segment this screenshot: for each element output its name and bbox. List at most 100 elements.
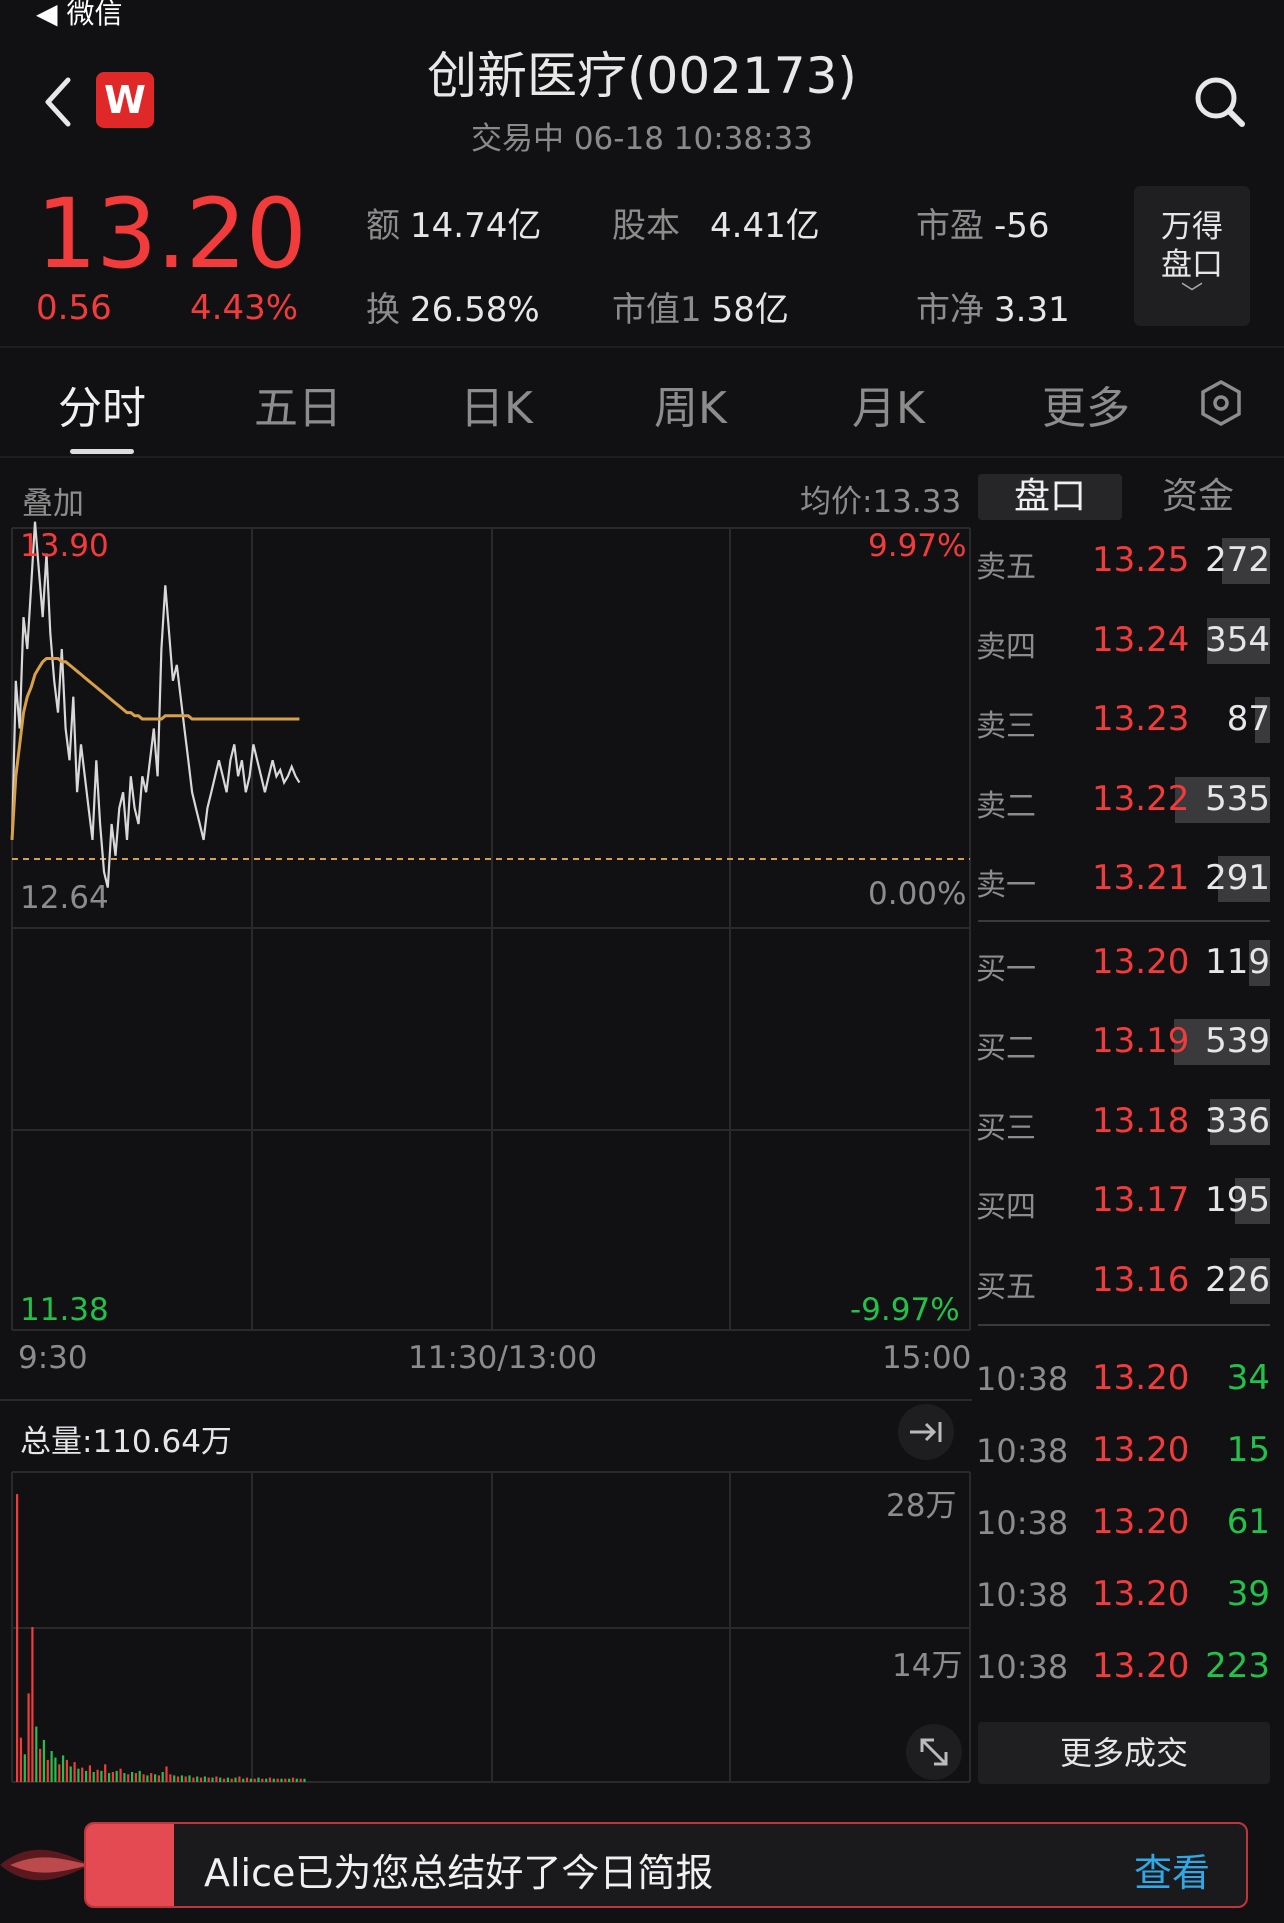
bid-row[interactable]: 买三 13.18 336 [976, 1093, 1272, 1153]
level-label: 卖三 [976, 709, 1036, 744]
more-trades-button[interactable]: 更多成交 [978, 1722, 1270, 1784]
volume-bar [230, 1778, 233, 1782]
bid-row[interactable]: 买四 13.17 195 [976, 1172, 1272, 1232]
tab-zijin[interactable]: 资金 [1126, 474, 1270, 520]
volume-bar [81, 1767, 84, 1782]
banner-view-button[interactable]: 查看 [1134, 1842, 1210, 1897]
wande-pankou-button[interactable]: 万得 盘口 ﹀ [1134, 186, 1250, 326]
trade-volume: 15 [1226, 1430, 1270, 1470]
tab-intraday[interactable]: 分时 [58, 372, 146, 436]
level-volume: 539 [1205, 1021, 1270, 1061]
volume-bar [46, 1759, 49, 1782]
trade-volume: 39 [1226, 1574, 1270, 1614]
volume-bar [85, 1770, 88, 1782]
pct-axis-bottom: -9.97% [850, 1292, 960, 1328]
bid-row[interactable]: 买一 13.20 119 [976, 934, 1272, 994]
ask-row[interactable]: 卖一 13.21 291 [976, 850, 1272, 910]
ask-row[interactable]: 卖五 13.25 272 [976, 532, 1272, 592]
ask-row[interactable]: 卖二 13.22 535 [976, 771, 1272, 831]
ask-row[interactable]: 卖四 13.24 354 [976, 612, 1272, 672]
level-volume: 272 [1205, 540, 1270, 580]
level-label: 卖一 [976, 868, 1036, 903]
trade-time: 10:38 [976, 1504, 1069, 1542]
level-label: 买一 [976, 951, 1036, 987]
volume-bar [288, 1778, 291, 1782]
volume-bar [303, 1778, 306, 1782]
vol-tick-top: 28万 [886, 1488, 957, 1524]
volume-bar [234, 1777, 237, 1782]
status-back-app[interactable]: ◀ 微信 [36, 0, 122, 32]
chevron-down-icon: ﹀ [1180, 282, 1203, 307]
volume-bar [265, 1778, 268, 1782]
volume-bar [276, 1778, 279, 1782]
trade-price: 13.20 [1092, 1574, 1190, 1614]
level-label: 卖四 [976, 629, 1036, 665]
volume-bar [62, 1755, 65, 1782]
trade-price: 13.20 [1092, 1430, 1190, 1470]
tab-five-day[interactable]: 五日 [254, 372, 342, 436]
volume-bar [58, 1764, 61, 1782]
pe-field: 市盈 -56 [916, 206, 1050, 246]
tab-pankou[interactable]: 盘口 [978, 474, 1122, 520]
expand-icon[interactable] [906, 1724, 962, 1780]
trade-time: 10:38 [976, 1432, 1069, 1470]
settings-icon[interactable] [1196, 378, 1246, 428]
volume-bar [173, 1775, 176, 1782]
pct-axis-mid: 0.00% [868, 876, 967, 912]
volume-bar [165, 1766, 168, 1782]
search-icon[interactable] [1190, 72, 1250, 132]
chart-grid [0, 527, 972, 1783]
trade-row: 10:38 13.20 34 [976, 1352, 1272, 1412]
overlay-button[interactable]: 叠加 [22, 478, 84, 523]
last-price: 13.20 [36, 178, 307, 290]
y-axis-bottom: 11.38 [20, 1292, 109, 1328]
amount-field: 额 14.74亿 [366, 206, 542, 246]
volume-bar [157, 1775, 160, 1782]
tab-daily-k[interactable]: 日K [460, 372, 533, 436]
tab-weekly-k[interactable]: 周K [654, 372, 727, 436]
trade-row: 10:38 13.20 61 [976, 1496, 1272, 1556]
volume-bar [127, 1774, 130, 1783]
volume-bar [42, 1739, 45, 1782]
volume-bar [284, 1778, 287, 1782]
bid-row[interactable]: 买二 13.19 539 [976, 1013, 1272, 1073]
volume-bar [77, 1768, 80, 1782]
volume-bar [138, 1770, 141, 1782]
divider [0, 456, 1284, 458]
level-price: 13.21 [1092, 858, 1190, 898]
volume-bar [192, 1777, 195, 1782]
trade-volume: 223 [1205, 1646, 1270, 1686]
level-label: 卖二 [976, 788, 1036, 824]
banner-flag-icon [86, 1824, 174, 1906]
intraday-chart [0, 521, 972, 1783]
trade-time: 10:38 [976, 1360, 1069, 1398]
level-volume: 87 [1226, 699, 1270, 739]
market-cap-field: 市值1 58亿 [612, 290, 789, 330]
volume-bar [249, 1778, 252, 1782]
volume-bar [27, 1693, 30, 1782]
volume-bar [35, 1726, 38, 1782]
wande-line1: 万得 [1161, 209, 1223, 245]
volume-bar [196, 1776, 199, 1782]
volume-bar [203, 1776, 206, 1782]
volume-bar [92, 1772, 95, 1782]
trade-row: 10:38 13.20 39 [976, 1568, 1272, 1628]
ask-row[interactable]: 卖三 13.23 87 [976, 691, 1272, 751]
volume-bar [73, 1762, 76, 1782]
volume-bar [39, 1748, 42, 1782]
volume-bar [268, 1777, 272, 1782]
x-axis-start: 9:30 [18, 1340, 88, 1376]
volume-bar [188, 1775, 191, 1782]
collapse-right-icon[interactable] [898, 1404, 954, 1460]
vol-tick-mid: 14万 [892, 1648, 963, 1684]
tab-more[interactable]: 更多 [1042, 372, 1130, 436]
volume-bar [142, 1774, 145, 1783]
tab-monthly-k[interactable]: 月K [852, 372, 925, 436]
level-label: 买五 [976, 1269, 1036, 1305]
total-volume: 总量:110.64万 [20, 1424, 232, 1460]
level-price: 13.22 [1092, 778, 1190, 819]
level-volume: 119 [1205, 941, 1270, 982]
trade-time: 10:38 [976, 1648, 1069, 1686]
level-price: 13.17 [1092, 1180, 1190, 1220]
bid-row[interactable]: 买五 13.16 226 [976, 1252, 1272, 1312]
